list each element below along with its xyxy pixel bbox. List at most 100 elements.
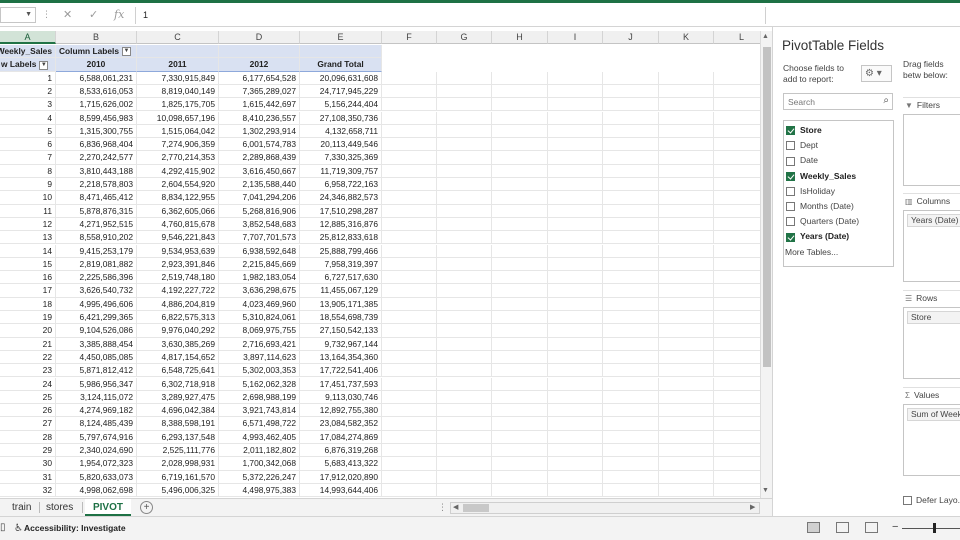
empty-cell[interactable] — [382, 204, 437, 218]
empty-cell[interactable] — [492, 284, 548, 298]
value-cell[interactable]: 5,871,812,412 — [56, 364, 137, 378]
store-label-cell[interactable]: 12 — [0, 217, 56, 232]
empty-cell[interactable] — [382, 217, 437, 232]
empty-cell[interactable] — [714, 245, 760, 258]
columns-drop-zone[interactable]: Years (Date) — [903, 210, 960, 282]
empty-cell[interactable] — [437, 178, 492, 192]
empty-cell[interactable] — [714, 431, 760, 444]
empty-cell[interactable] — [548, 311, 603, 325]
value-cell[interactable]: 9,415,253,179 — [56, 244, 137, 258]
row-labels-cell[interactable]: w Labels ▼ — [0, 58, 56, 72]
store-label-cell[interactable]: 7 — [0, 151, 56, 165]
value-cell[interactable]: 2,698,988,199 — [219, 390, 300, 405]
empty-cell[interactable] — [659, 483, 714, 498]
rows-area[interactable]: ☰ Rows Store — [903, 290, 960, 379]
empty-cell[interactable] — [382, 364, 437, 378]
empty-cell[interactable] — [492, 138, 548, 152]
empty-cell[interactable] — [603, 71, 659, 85]
store-label-cell[interactable]: 20 — [0, 324, 56, 338]
value-cell[interactable]: 17,084,274,869 — [300, 430, 382, 444]
field-item-isholiday[interactable]: IsHoliday — [786, 185, 835, 198]
store-label-cell[interactable]: 24 — [0, 377, 56, 391]
value-cell[interactable]: 7,707,701,573 — [219, 231, 300, 245]
value-cell[interactable]: 6,938,592,648 — [219, 244, 300, 258]
value-cell[interactable]: 2,225,586,396 — [56, 271, 137, 285]
empty-cell[interactable] — [437, 390, 492, 405]
value-cell[interactable]: 1,982,183,054 — [219, 271, 300, 285]
value-cell[interactable]: 3,626,540,732 — [56, 284, 137, 298]
store-label-cell[interactable]: 9 — [0, 178, 56, 192]
value-cell[interactable]: 7,958,319,397 — [300, 257, 382, 272]
columns-area[interactable]: ▥ Columns Years (Date) — [903, 193, 960, 282]
scroll-right-icon[interactable]: ▶ — [750, 503, 755, 511]
empty-cell[interactable] — [659, 390, 714, 405]
horizontal-scrollbar[interactable]: ◀ ▶ — [450, 502, 760, 514]
empty-cell[interactable] — [714, 298, 760, 311]
value-cell[interactable]: 6,177,654,528 — [219, 71, 300, 85]
pivot-header-cell[interactable] — [219, 45, 300, 59]
empty-cell[interactable] — [492, 457, 548, 471]
empty-cell[interactable] — [603, 84, 659, 99]
zoom-slider[interactable] — [902, 528, 960, 529]
empty-cell[interactable] — [492, 204, 548, 218]
empty-cell[interactable] — [492, 71, 548, 85]
value-cell[interactable]: 8,069,975,755 — [219, 324, 300, 338]
empty-cell[interactable] — [659, 337, 714, 351]
field-item-quarters-date[interactable]: Quarters (Date) — [786, 215, 859, 228]
empty-cell[interactable] — [603, 483, 659, 498]
value-cell[interactable]: 18,554,698,739 — [300, 311, 382, 325]
empty-cell[interactable] — [659, 284, 714, 298]
empty-cell[interactable] — [492, 337, 548, 351]
store-label-cell[interactable]: 28 — [0, 430, 56, 444]
value-cell[interactable]: 4,760,815,678 — [137, 217, 219, 232]
empty-cell[interactable] — [437, 244, 492, 258]
accessibility-icon[interactable]: ♿ — [14, 523, 23, 534]
store-label-cell[interactable]: 8 — [0, 164, 56, 178]
column-header-b[interactable]: B — [56, 31, 137, 44]
value-cell[interactable]: 13,905,171,385 — [300, 297, 382, 311]
empty-cell[interactable] — [659, 364, 714, 378]
empty-cell[interactable] — [382, 311, 437, 325]
store-label-cell[interactable]: 31 — [0, 470, 56, 484]
empty-cell[interactable] — [492, 311, 548, 325]
empty-cell[interactable] — [714, 338, 760, 351]
empty-cell[interactable] — [659, 257, 714, 272]
value-cell[interactable]: 14,993,644,406 — [300, 483, 382, 498]
value-cell[interactable]: 8,124,485,439 — [56, 417, 137, 431]
value-cell[interactable]: 6,822,575,313 — [137, 311, 219, 325]
value-cell[interactable]: 1,825,175,705 — [137, 98, 219, 112]
store-label-cell[interactable]: 21 — [0, 337, 56, 351]
empty-cell[interactable] — [548, 111, 603, 125]
empty-cell[interactable] — [714, 471, 760, 484]
filters-area[interactable]: ▼ Filters — [903, 97, 960, 186]
value-cell[interactable]: 4,993,462,405 — [219, 430, 300, 444]
value-cell[interactable]: 5,302,003,353 — [219, 364, 300, 378]
value-cell[interactable]: 4,995,496,606 — [56, 297, 137, 311]
empty-cell[interactable] — [548, 483, 603, 498]
value-cell[interactable]: 1,715,626,002 — [56, 98, 137, 112]
value-cell[interactable]: 7,365,289,027 — [219, 84, 300, 99]
year-header-2011[interactable]: 2011 — [137, 58, 219, 72]
empty-cell[interactable] — [659, 404, 714, 418]
value-cell[interactable]: 2,340,024,690 — [56, 444, 137, 458]
empty-cell[interactable] — [492, 124, 548, 139]
value-cell[interactable]: 6,001,574,783 — [219, 138, 300, 152]
value-cell[interactable]: 6,836,968,404 — [56, 138, 137, 152]
empty-cell[interactable] — [382, 390, 437, 405]
value-cell[interactable]: 8,834,122,955 — [137, 191, 219, 205]
value-cell[interactable]: 5,683,413,322 — [300, 457, 382, 471]
empty-cell[interactable] — [437, 457, 492, 471]
empty-cell[interactable] — [437, 98, 492, 112]
field-checkbox[interactable] — [786, 217, 795, 227]
zoom-out-icon[interactable]: − — [892, 521, 898, 533]
store-label-cell[interactable]: 25 — [0, 390, 56, 405]
empty-cell[interactable] — [548, 257, 603, 272]
empty-cell[interactable] — [714, 165, 760, 178]
empty-cell[interactable] — [603, 164, 659, 178]
rows-field-item[interactable]: Store — [907, 311, 960, 324]
empty-cell[interactable] — [603, 231, 659, 245]
empty-cell[interactable] — [659, 138, 714, 152]
empty-cell[interactable] — [492, 271, 548, 285]
value-cell[interactable]: 7,041,294,206 — [219, 191, 300, 205]
empty-cell[interactable] — [603, 470, 659, 484]
